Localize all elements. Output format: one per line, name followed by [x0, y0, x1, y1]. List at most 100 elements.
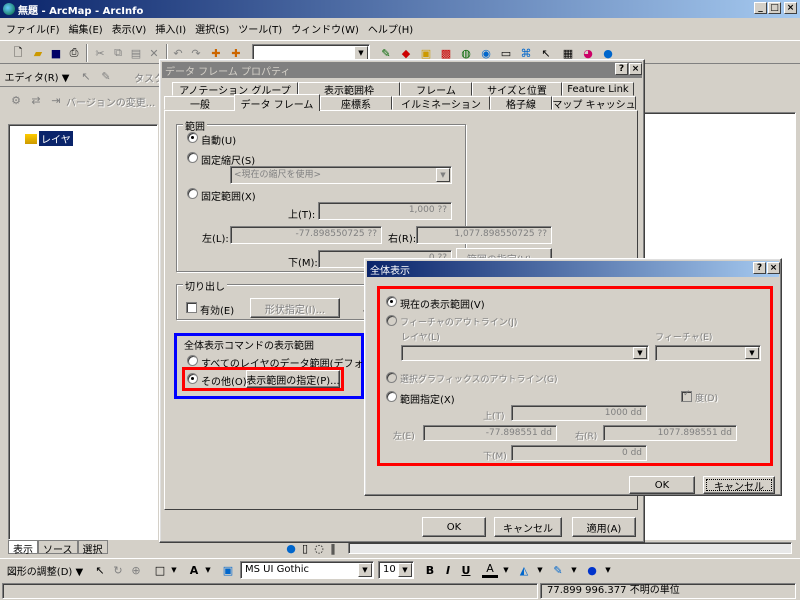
font-combo[interactable]: MS UI Gothic ▼	[240, 561, 374, 579]
tab-general[interactable]: 一般	[164, 96, 236, 111]
layers-node[interactable]: レイヤ	[25, 131, 73, 146]
graphics-outline-radio[interactable]	[386, 372, 397, 383]
versioning-icon[interactable]: ⚙	[8, 92, 24, 108]
scale-combo[interactable]: <現在の縮尺を使用> ▼	[230, 166, 452, 184]
chevron-down-icon[interactable]: ▼	[358, 563, 372, 577]
right-field[interactable]: 1,077.898550725 ??	[416, 226, 552, 244]
cancel-button[interactable]: キャンセル	[703, 476, 775, 494]
chevron-down-icon[interactable]: ▼	[633, 347, 647, 359]
tab-size-position[interactable]: サイズと位置	[472, 82, 562, 97]
marker-color-icon[interactable]: ●	[584, 562, 600, 578]
font-size-combo[interactable]: 10 ▼	[378, 561, 414, 579]
layer-label[interactable]: レイヤ	[39, 131, 73, 146]
chevron-down-icon[interactable]: ▼	[600, 562, 616, 578]
save-icon[interactable]: ■	[48, 45, 64, 61]
underline-button[interactable]: U	[458, 562, 474, 578]
close-button[interactable]: ×	[784, 2, 797, 14]
editor-menu-button[interactable]: エディタ(R) ▼	[4, 67, 70, 85]
tab-grids[interactable]: 格子線	[490, 96, 552, 111]
menu-selection[interactable]: 選択(S)	[195, 21, 229, 36]
right-field[interactable]: 1077.898551 dd	[603, 425, 737, 441]
bold-button[interactable]: B	[422, 562, 438, 578]
picture-icon[interactable]: ▣	[220, 562, 236, 578]
ok-button[interactable]: OK	[422, 517, 486, 537]
specify-extent-radio[interactable]	[386, 391, 397, 402]
new-icon[interactable]: 🗋	[10, 45, 26, 61]
help-button[interactable]: ?	[753, 262, 766, 274]
open-icon[interactable]: ▰	[30, 45, 46, 61]
feature-combo[interactable]: ▼	[655, 345, 761, 361]
drawing-menu-button[interactable]: 図形の調整(D) ▼	[4, 561, 86, 579]
chevron-down-icon[interactable]: ▼	[566, 562, 582, 578]
fixed-scale-radio[interactable]	[187, 152, 198, 163]
pencil-icon[interactable]: ✎	[98, 68, 114, 84]
post-icon[interactable]: ⇥	[48, 92, 64, 108]
font-color-icon[interactable]: A	[482, 562, 498, 578]
left-field[interactable]: -77.898551 dd	[423, 425, 557, 441]
change-version-label[interactable]: バージョンの変更...	[66, 94, 155, 109]
refresh-icon[interactable]: ◌	[312, 541, 326, 555]
minimize-button[interactable]: _	[754, 2, 767, 14]
chevron-down-icon[interactable]: ▼	[436, 168, 450, 182]
reconcile-icon[interactable]: ⇄	[28, 92, 44, 108]
layout-view-icon[interactable]: ▯	[298, 541, 312, 555]
current-extent-radio[interactable]	[386, 296, 397, 307]
menu-help[interactable]: ヘルプ(H)	[368, 21, 413, 36]
bottom-field[interactable]: 0 dd	[511, 445, 647, 461]
degree-checkbox[interactable]: ✓	[681, 389, 692, 402]
cut-icon[interactable]: ✂	[92, 45, 108, 61]
horizontal-scrollbar[interactable]	[348, 542, 792, 554]
tab-selection[interactable]: 選択	[77, 540, 108, 556]
menu-tools[interactable]: ツール(T)	[238, 21, 282, 36]
feature-outline-radio[interactable]	[386, 315, 397, 326]
tab-display[interactable]: 表示	[8, 540, 38, 556]
fixed-extent-radio[interactable]	[187, 188, 198, 199]
paste-icon[interactable]: ▤	[128, 45, 144, 61]
chevron-down-icon[interactable]: ▼	[398, 563, 412, 577]
ok-button[interactable]: OK	[629, 476, 695, 494]
clip-enable-checkbox[interactable]	[186, 302, 197, 313]
tab-coordinate-system[interactable]: 座標系	[320, 96, 392, 111]
chevron-down-icon[interactable]: ▼	[166, 562, 182, 578]
chevron-down-icon[interactable]: ▼	[498, 562, 514, 578]
menu-view[interactable]: 表示(V)	[112, 21, 147, 36]
tab-feature-link[interactable]: Feature Link	[562, 82, 634, 96]
select-elements-icon[interactable]: ↖	[92, 562, 108, 578]
edit-arrow-icon[interactable]: ↖	[78, 68, 94, 84]
menu-insert[interactable]: 挿入(I)	[155, 21, 186, 36]
menu-edit[interactable]: 編集(E)	[69, 21, 103, 36]
close-button[interactable]: ×	[767, 262, 780, 274]
menu-file[interactable]: ファイル(F)	[6, 21, 60, 36]
cancel-button[interactable]: キャンセル	[494, 517, 562, 537]
chevron-down-icon[interactable]: ▼	[200, 562, 216, 578]
zoom-icon[interactable]: ⊕	[128, 562, 144, 578]
clip-shape-button[interactable]: 形状指定(I)...	[250, 298, 340, 318]
italic-button[interactable]: I	[440, 562, 456, 578]
menu-window[interactable]: ウィンドウ(W)	[291, 21, 359, 36]
top-field[interactable]: 1000 dd	[511, 405, 647, 421]
line-color-icon[interactable]: ✎	[550, 562, 566, 578]
fill-color-icon[interactable]: ◭	[516, 562, 532, 578]
tab-map-cache[interactable]: マップ キャッシュ	[552, 96, 636, 111]
apply-button[interactable]: 適用(A)	[572, 517, 636, 537]
tab-source[interactable]: ソース	[38, 540, 78, 556]
print-icon[interactable]: ⎙	[66, 45, 82, 61]
pause-icon[interactable]: ‖	[326, 541, 340, 555]
globe-view-icon[interactable]: ●	[284, 541, 298, 555]
left-field[interactable]: -77.898550725 ??	[230, 226, 382, 244]
other-radio[interactable]	[187, 373, 198, 384]
tab-frame[interactable]: フレーム	[400, 82, 472, 97]
specify-full-extent-button[interactable]: 表示範囲の指定(P)...	[246, 370, 340, 388]
auto-radio[interactable]	[187, 132, 198, 143]
all-layers-radio[interactable]	[187, 355, 198, 366]
tab-data-frame[interactable]: データ フレーム	[234, 94, 320, 111]
tab-illumination[interactable]: イルミネーション	[392, 96, 490, 111]
chevron-down-icon[interactable]: ▼	[354, 46, 368, 60]
top-field[interactable]: 1,000 ??	[318, 202, 452, 220]
maximize-button[interactable]: □	[768, 2, 781, 14]
copy-icon[interactable]: ⧉	[110, 45, 126, 61]
chevron-down-icon[interactable]: ▼	[532, 562, 548, 578]
chevron-down-icon[interactable]: ▼	[745, 347, 759, 359]
layer-combo[interactable]: ▼	[401, 345, 649, 361]
rotate-icon[interactable]: ↻	[110, 562, 126, 578]
